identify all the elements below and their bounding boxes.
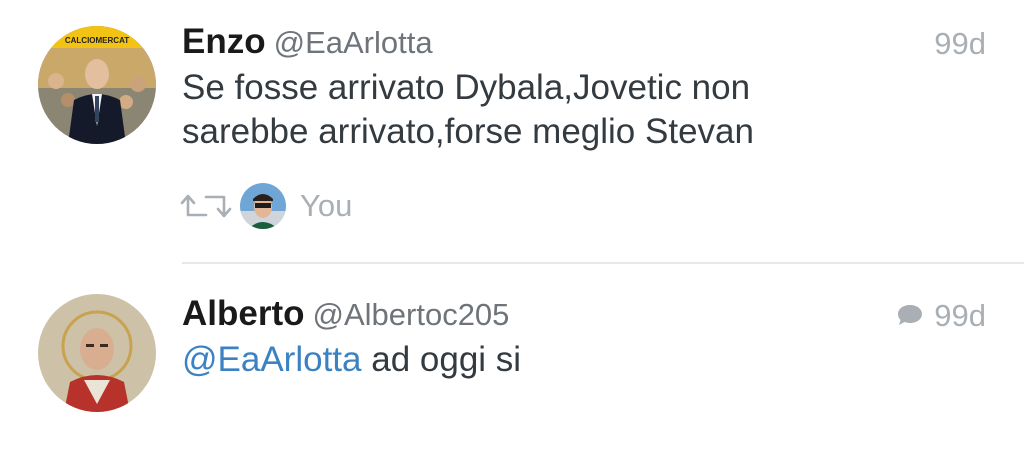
avatar[interactable]: [240, 183, 286, 229]
avatar[interactable]: [38, 294, 156, 412]
timestamp-group: 99d: [896, 298, 986, 334]
avatar-image: [240, 183, 286, 229]
tweet-text-body: ad oggi si: [371, 340, 522, 379]
speech-bubble-icon: [898, 305, 923, 325]
tweet-alberto[interactable]: Alberto @Albertoc205 99d @EaArlotta ad og…: [0, 264, 1024, 450]
avatar-image: CALCIOMERCAT: [38, 26, 156, 144]
tweet-text: Se fosse arrivato Dybala,Jovetic non sar…: [182, 68, 754, 151]
tweet-header: Alberto @Albertoc205: [182, 294, 509, 334]
author-handle[interactable]: @EaArlotta: [274, 25, 433, 60]
avatar-image: [38, 294, 156, 412]
mention-link[interactable]: @EaArlotta: [182, 340, 362, 379]
social-context-label: You: [300, 188, 353, 223]
tweet-header: Enzo @EaArlotta: [182, 22, 433, 62]
avatar[interactable]: CALCIOMERCAT: [38, 26, 156, 144]
social-context[interactable]: You: [178, 182, 352, 230]
retweet-icon: [180, 194, 232, 218]
author-name[interactable]: Enzo: [182, 22, 266, 61]
timestamp: 99d: [934, 298, 986, 333]
avatar-banner-text: CALCIOMERCAT: [65, 36, 129, 45]
tweet-enzo[interactable]: CALCIOMERCAT Enzo @EaArlotta 99d Se fosse…: [0, 0, 1024, 260]
author-handle[interactable]: @Albertoc205: [313, 297, 510, 332]
timestamp: 99d: [934, 26, 986, 61]
author-name[interactable]: Alberto: [182, 294, 305, 333]
tweet-text: @EaArlotta ad oggi si: [182, 338, 882, 382]
